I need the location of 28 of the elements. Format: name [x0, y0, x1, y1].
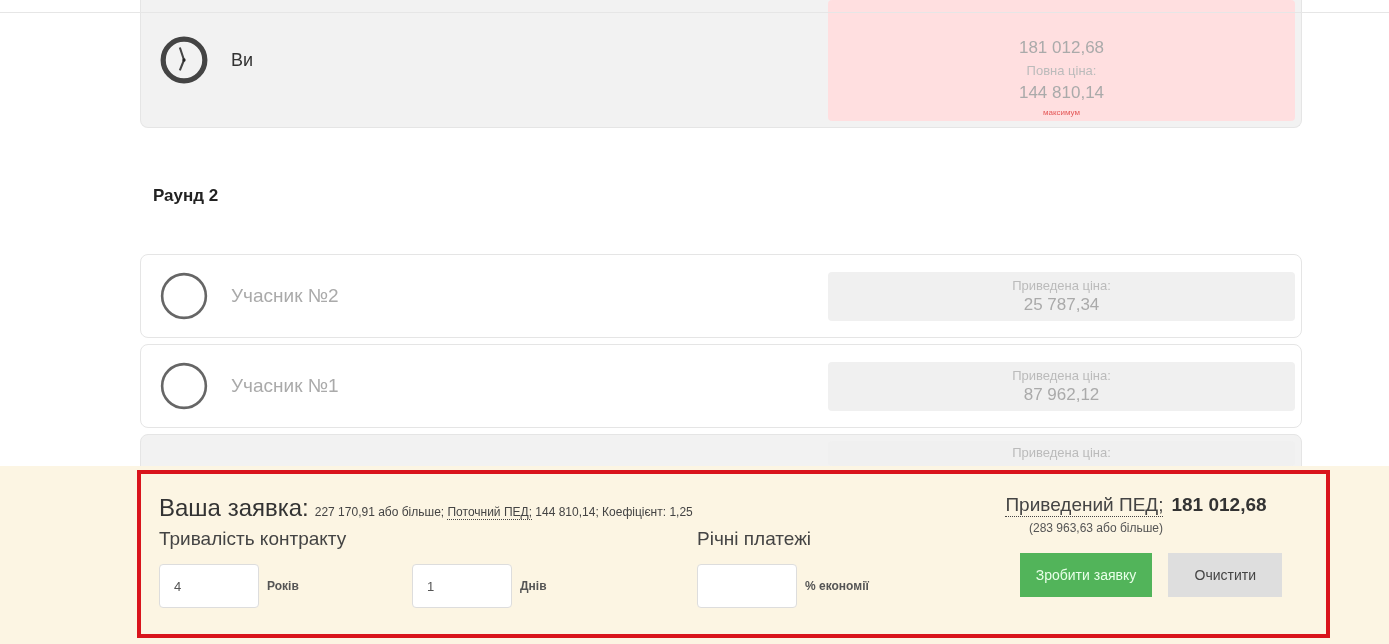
price-value: 144 810,14 — [1018, 82, 1105, 103]
input-field[interactable]: 4 — [159, 564, 259, 608]
unit-label: Днів — [520, 579, 547, 593]
price-value: 25 787,34 — [1023, 294, 1100, 315]
term-tooltip[interactable]: Поточний ПЕД; — [447, 505, 532, 520]
input-field[interactable]: 1 — [412, 564, 512, 608]
circle-icon — [159, 271, 209, 321]
bidder-name: Учасник №2 — [231, 285, 339, 307]
unit-label: % економії — [805, 579, 869, 593]
panel-title: Ваша заявка: — [159, 494, 309, 522]
bidder-name: Ви — [231, 49, 254, 71]
input-field[interactable] — [697, 564, 797, 608]
clear-button[interactable]: Очистити — [1168, 553, 1283, 597]
field-label: Тривалість контракту — [159, 528, 348, 550]
price-value: 87 962,12 — [1023, 384, 1100, 405]
round-heading: Раунд 2 — [153, 186, 220, 206]
bid-summary: 227 170,91 або більше; Поточний ПЕД; 144 810,14; Коефіцієнт: 1,25 — [314, 505, 693, 519]
bidder-name: Учасник №1 — [231, 375, 339, 397]
price-note: максимум — [1043, 107, 1080, 117]
clock-icon — [159, 35, 209, 85]
term-tooltip[interactable]: Приведений ПЕД; — [1005, 494, 1164, 517]
unit-label: Років — [267, 579, 299, 593]
price-value: 181 012,68 — [1018, 37, 1105, 58]
npv-value: 181 012,68 — [1171, 494, 1267, 516]
npv-minimum: (283 963,63 або більше) — [1028, 521, 1163, 535]
price-label: Повна ціна: — [1026, 62, 1097, 78]
field-label: Річні платежі — [697, 528, 813, 550]
circle-icon — [159, 361, 209, 411]
